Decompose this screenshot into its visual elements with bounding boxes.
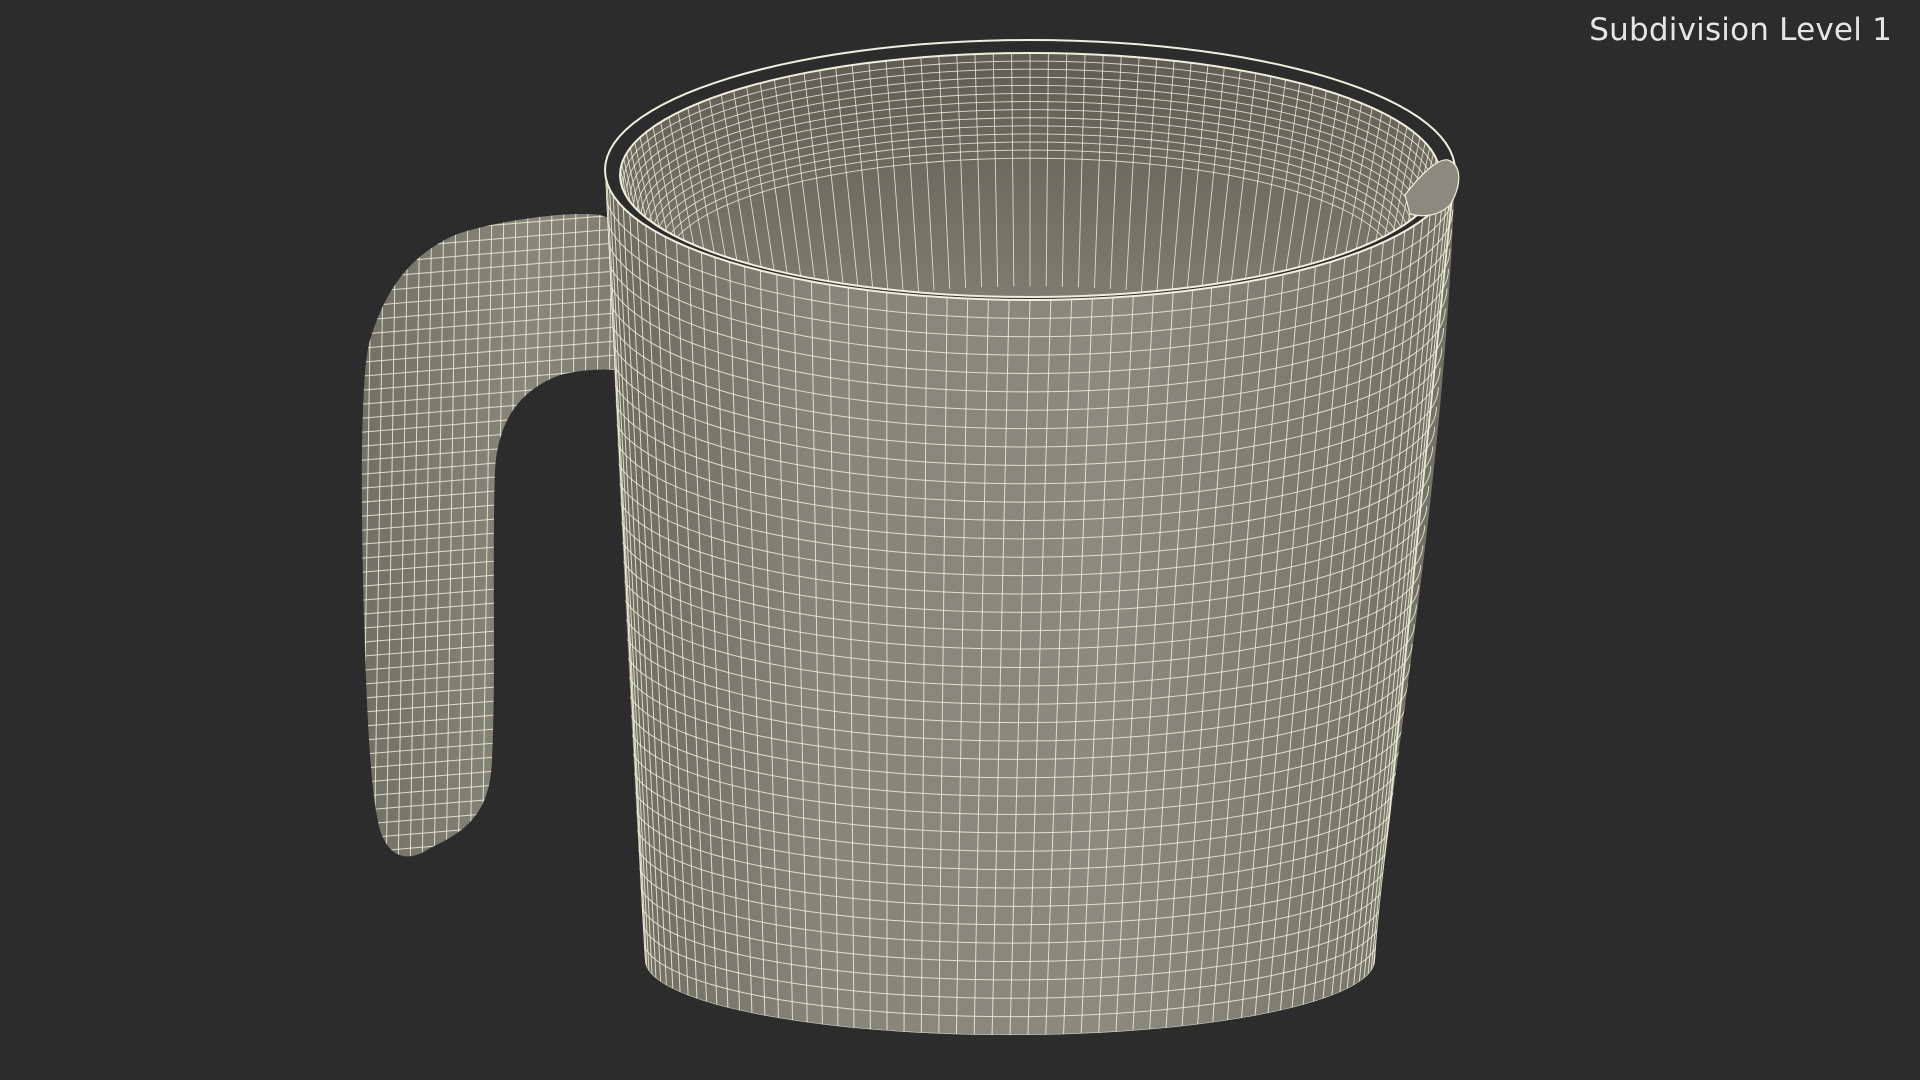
wireframe-cup-model	[361, 38, 1460, 1035]
render-viewport: Subdivision Level 1	[0, 0, 1920, 1080]
subdivision-level-label: Subdivision Level 1	[1589, 12, 1892, 48]
